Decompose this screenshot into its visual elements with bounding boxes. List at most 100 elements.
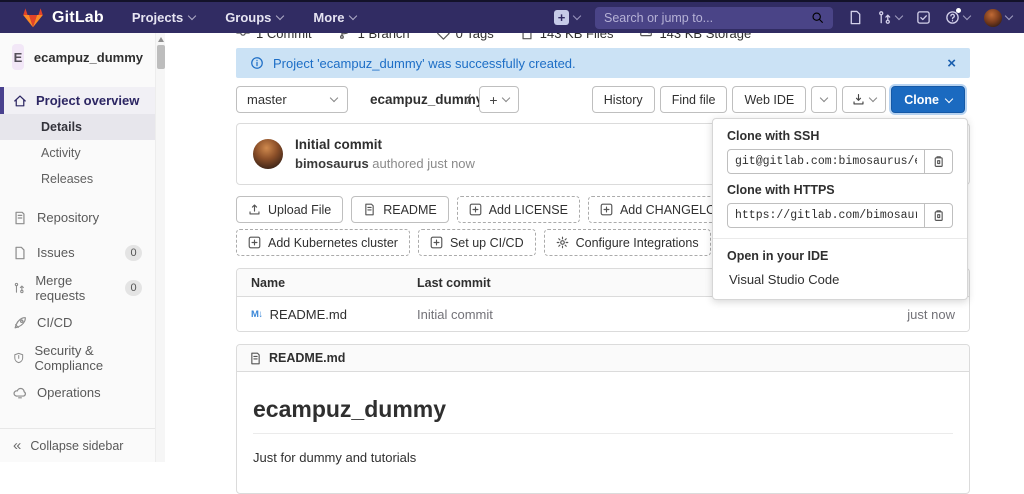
readme-title: ecampuz_dummy (253, 396, 953, 434)
chevron-down-icon (501, 94, 509, 102)
merge-requests-button[interactable] (877, 10, 902, 25)
menu-more[interactable]: More (313, 10, 356, 25)
add-kubernetes-cluster-button[interactable]: Add Kubernetes cluster (236, 229, 410, 256)
chevron-down-icon (869, 94, 877, 102)
readme-card-header[interactable]: README.md (237, 345, 969, 372)
configure-integrations-button[interactable]: Configure Integrations (544, 229, 711, 256)
readme-filename: README.md (269, 351, 345, 365)
sidebar-item-project-overview[interactable]: Project overview (0, 87, 155, 114)
issues-icon (13, 246, 27, 260)
plus-square-icon (469, 203, 482, 216)
find-file-button[interactable]: Find file (660, 86, 728, 113)
close-icon[interactable]: × (947, 56, 956, 71)
chevron-down-icon (1005, 12, 1013, 20)
copy-icon (932, 209, 945, 222)
project-avatar: E (12, 44, 24, 70)
download-icon (852, 93, 865, 106)
sidebar-item-cicd[interactable]: CI/CD (0, 305, 155, 340)
vscode-menu-item[interactable]: Visual Studio Code (727, 269, 953, 289)
clone-dropdown-panel: Clone with SSH Clone with HTTPS Open in … (712, 118, 968, 300)
home-icon (13, 94, 27, 108)
readme-body: ecampuz_dummy Just for dummy and tutoria… (237, 396, 969, 465)
issues-count-badge: 0 (125, 245, 142, 261)
chevron-down-icon (573, 12, 581, 20)
user-avatar (984, 9, 1002, 27)
brand-name: GitLab (52, 9, 104, 27)
new-menu-button[interactable]: + (554, 10, 580, 25)
navbar-icons (848, 9, 1012, 27)
clone-ssh-input[interactable] (727, 149, 925, 174)
web-ide-dropdown-button[interactable] (811, 86, 837, 113)
gitlab-logo[interactable]: GitLab (22, 7, 104, 28)
search-input[interactable] (604, 11, 805, 25)
plus-icon: + (554, 10, 569, 25)
clone-button[interactable]: Clone (891, 86, 965, 113)
document-icon (13, 211, 27, 225)
navbar-right: + (554, 7, 1012, 29)
info-icon (250, 56, 264, 70)
commit-title-link[interactable]: Initial commit (295, 137, 475, 152)
merge-requests-count-badge: 0 (125, 280, 142, 296)
readme-card: README.md ecampuz_dummy Just for dummy a… (236, 344, 970, 494)
chevron-down-icon (895, 12, 903, 20)
download-button[interactable] (842, 86, 886, 113)
document-icon (249, 352, 262, 365)
file-name-link[interactable]: README.md (270, 307, 347, 322)
commit-author-link[interactable]: bimosaurus (295, 156, 369, 171)
copy-https-button[interactable] (924, 203, 953, 228)
markdown-icon: M↓ (251, 309, 263, 320)
history-button[interactable]: History (592, 86, 655, 113)
dropdown-divider (713, 238, 967, 239)
upload-file-button[interactable]: Upload File (236, 196, 343, 223)
clone-https-input[interactable] (727, 203, 925, 228)
readme-button[interactable]: README (351, 196, 448, 223)
column-header-name[interactable]: Name (237, 276, 417, 290)
sidebar-item-merge-requests[interactable]: Merge requests 0 (0, 270, 155, 305)
sidebar-item-security-compliance[interactable]: Security & Compliance (0, 340, 155, 375)
cloud-wrench-icon (13, 386, 27, 400)
sidebar-project-header[interactable]: E ecampuz_dummy (0, 33, 155, 81)
chevron-down-icon (963, 12, 971, 20)
help-button[interactable] (945, 10, 970, 25)
upload-icon (248, 203, 261, 216)
branch-selector[interactable]: master (236, 86, 348, 113)
chevron-down-icon (820, 94, 828, 102)
row-last-commit[interactable]: Initial commit (417, 307, 839, 322)
commit-meta: bimosaurus authored just now (295, 156, 475, 171)
global-search[interactable] (595, 7, 833, 29)
scrollbar-up-arrow[interactable] (158, 37, 164, 42)
document-icon (363, 203, 376, 216)
user-menu-button[interactable] (984, 9, 1012, 27)
menu-groups[interactable]: Groups (225, 10, 283, 25)
web-ide-button[interactable]: Web IDE (732, 86, 806, 113)
sidebar-item-repository[interactable]: Repository (0, 200, 155, 235)
menu-projects[interactable]: Projects (132, 10, 195, 25)
sidebar-scrollbar[interactable] (155, 33, 165, 462)
row-last-update: just now (839, 307, 969, 322)
sidebar-item-activity[interactable]: Activity (0, 140, 155, 166)
quick-actions-row-2: Add Kubernetes cluster Set up CI/CD Conf… (236, 229, 711, 256)
gear-icon (556, 236, 569, 249)
collapse-icon: « (13, 438, 21, 453)
add-license-button[interactable]: Add LICENSE (457, 196, 580, 223)
plus-square-icon (600, 203, 613, 216)
copy-icon (932, 155, 945, 168)
sidebar-item-details[interactable]: Details (0, 114, 155, 140)
table-row[interactable]: M↓ README.md Initial commit just now (237, 297, 969, 331)
sidebar-item-operations[interactable]: Operations (0, 375, 155, 410)
plus-square-icon (248, 236, 261, 249)
add-file-button[interactable]: + (479, 86, 519, 113)
scrollbar-thumb[interactable] (157, 45, 165, 69)
sidebar-item-issues[interactable]: Issues 0 (0, 235, 155, 270)
sidebar-nav-list: Repository Issues 0 Merge requests 0 CI/… (0, 200, 155, 410)
copy-ssh-button[interactable] (924, 149, 953, 174)
chevron-down-icon (276, 12, 284, 20)
sidebar-item-releases[interactable]: Releases (0, 166, 155, 192)
collapse-sidebar-button[interactable]: « Collapse sidebar (0, 428, 155, 462)
clone-ssh-row (727, 149, 953, 174)
plus-square-icon (430, 236, 443, 249)
todos-button[interactable] (916, 10, 931, 25)
commit-author-avatar[interactable] (253, 139, 283, 169)
set-up-cicd-button[interactable]: Set up CI/CD (418, 229, 536, 256)
issues-button[interactable] (848, 10, 863, 25)
